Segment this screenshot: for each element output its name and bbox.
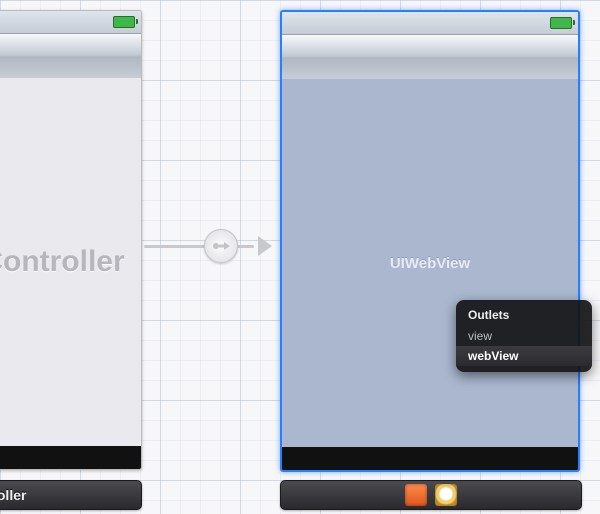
scene-dock-left-label: Controller — [0, 487, 26, 503]
scene-dock-left[interactable]: Controller — [0, 480, 142, 510]
outlet-item-webview[interactable]: webView — [456, 346, 592, 366]
push-segue-icon — [212, 239, 230, 253]
segue-arrow[interactable] — [144, 234, 272, 258]
battery-icon — [550, 17, 572, 29]
storyboard-canvas[interactable]: Controller UIWebView Outlets — [0, 0, 600, 514]
outlets-popover[interactable]: Outlets view webView — [456, 300, 592, 372]
bottom-bar — [282, 447, 578, 470]
bottom-bar — [0, 446, 141, 469]
segue-knob[interactable] — [204, 229, 238, 263]
controller-placeholder-text: Controller — [0, 245, 125, 279]
scene-content: UIWebView — [282, 79, 578, 447]
scene-dock-right[interactable] — [280, 480, 582, 510]
status-bar — [0, 11, 141, 34]
segue-arrowhead-icon — [258, 236, 272, 256]
scene-content: Controller — [0, 78, 141, 446]
view-controller-scene-right[interactable]: UIWebView — [280, 10, 580, 472]
navigation-bar — [282, 35, 578, 80]
outlet-item-view[interactable]: view — [456, 326, 592, 346]
status-bar — [282, 12, 578, 35]
view-controller-scene-left[interactable]: Controller — [0, 10, 142, 470]
uiwebview-label: UIWebView — [390, 255, 470, 272]
outlets-title: Outlets — [456, 306, 592, 326]
navigation-bar — [0, 34, 141, 79]
controller-placeholder: Controller — [0, 78, 141, 446]
battery-icon — [113, 16, 135, 28]
uiwebview[interactable]: UIWebView — [282, 79, 578, 447]
first-responder-object-icon[interactable] — [435, 484, 457, 506]
view-controller-object-icon[interactable] — [405, 484, 427, 506]
